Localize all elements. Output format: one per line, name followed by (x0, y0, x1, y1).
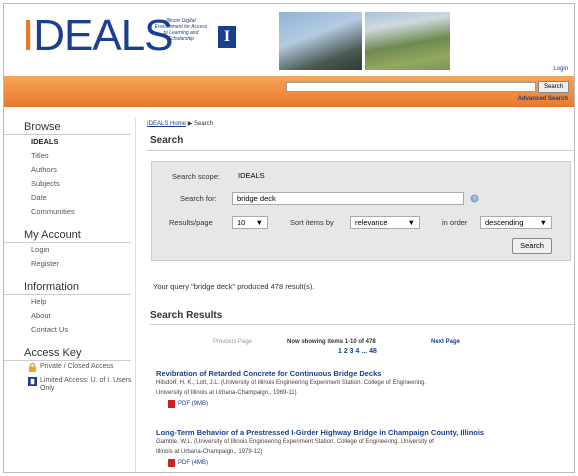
information-heading: Information (4, 277, 131, 295)
page-frame: IDEALS Illinois Digital Environment for … (3, 3, 575, 473)
pdf-label: PDF (4MB) (178, 460, 208, 466)
chevron-down-icon: ▼ (407, 218, 415, 227)
advanced-search-link[interactable]: Advanced Search (518, 96, 568, 102)
breadcrumb-home[interactable]: IDEALS Home (147, 121, 186, 127)
result-title[interactable]: Revibration of Retarded Concrete for Con… (156, 369, 571, 378)
previous-page-link: Previous Page (213, 339, 253, 345)
global-search-input[interactable] (286, 82, 536, 92)
sidebar-item-register[interactable]: Register (4, 257, 135, 271)
sidebar-item-help[interactable]: Help (4, 295, 135, 309)
chevron-down-icon: ▼ (255, 218, 263, 227)
search-form: Search scope: IDEALS Search for: bridge … (151, 161, 571, 261)
sidebar-item-subjects[interactable]: Subjects (4, 177, 135, 191)
ideals-logo[interactable]: IDEALS (22, 11, 174, 60)
help-icon[interactable]: ? (470, 194, 479, 203)
result-title[interactable]: Long-Term Behavior of a Prestressed I-Gi… (156, 428, 571, 437)
university-i-logo: I (218, 26, 236, 48)
pdf-link[interactable]: PDF (9MB) (168, 400, 571, 408)
pdf-link[interactable]: PDF (4MB) (168, 459, 571, 467)
result-meta-line: Hilsdorf, H. K.; Lott, J.L. (University … (156, 380, 427, 386)
scope-label: Search scope: (172, 172, 220, 181)
order-label: in order (442, 218, 468, 227)
lock-icon (28, 363, 37, 372)
order-value: descending (485, 218, 524, 227)
sidebar-item-ideals[interactable]: IDEALS (4, 135, 135, 149)
sort-select[interactable]: relevance ▼ (350, 216, 420, 229)
access-key-heading: Access Key (4, 343, 131, 361)
access-key-private-label: Private / Closed Access (40, 363, 114, 370)
access-key-limited: Limited Access: U. of I. Users Only (4, 375, 135, 393)
breadcrumb: IDEALS Home ▶ Search (147, 117, 574, 127)
search-results-heading: Search Results (150, 310, 574, 325)
results-per-page-label: Results/page (169, 218, 213, 227)
search-query-input[interactable]: bridge deck (232, 192, 464, 205)
pdf-icon (168, 400, 175, 408)
breadcrumb-separator: ▶ (187, 121, 193, 127)
main-content: IDEALS Home ▶ Search Search Search scope… (147, 117, 574, 467)
sidebar-item-titles[interactable]: Titles (4, 149, 135, 163)
pdf-icon (168, 459, 175, 467)
sidebar-item-date[interactable]: Date (4, 191, 135, 205)
sidebar: Browse IDEALS Titles Authors Subjects Da… (4, 117, 136, 472)
access-key-limited-label: Limited Access: U. of I. Users Only (40, 377, 132, 392)
pdf-label: PDF (9MB) (178, 401, 208, 407)
svg-text:?: ? (473, 196, 477, 203)
sort-value: relevance (355, 218, 388, 227)
login-link[interactable]: Login (553, 66, 568, 72)
result-item-1: Revibration of Retarded Concrete for Con… (156, 369, 571, 408)
sidebar-item-authors[interactable]: Authors (4, 163, 135, 177)
sort-label: Sort items by (290, 218, 334, 227)
result-meta-line: Illinois at Urbana-Champaign., 1979-12) (156, 449, 263, 455)
sidebar-item-communities[interactable]: Communities (4, 205, 135, 219)
university-i-icon (28, 377, 37, 386)
access-key-private: Private / Closed Access (4, 361, 135, 372)
tagline: Illinois Digital Environment for Access … (154, 18, 208, 42)
site-header: IDEALS Illinois Digital Environment for … (4, 4, 574, 84)
breadcrumb-current: Search (193, 121, 213, 127)
order-select[interactable]: descending ▼ (480, 216, 552, 229)
search-for-label: Search for: (180, 194, 217, 203)
result-meta-line: Gamble, W.L. (University of Illinois Eng… (156, 439, 434, 445)
scope-value[interactable]: IDEALS (234, 170, 574, 182)
statue-photo (279, 12, 362, 70)
logo-letter-i: I (22, 11, 34, 60)
page-title: Search (147, 127, 574, 151)
page-numbers[interactable]: 1 2 3 4 ... 48 (338, 348, 377, 355)
browse-heading: Browse (4, 117, 131, 135)
sidebar-item-about[interactable]: About (4, 309, 135, 323)
results-per-page-select[interactable]: 10 ▼ (232, 216, 268, 229)
campus-photo (365, 12, 450, 70)
showing-items-text: Now showing items 1-10 of 478 (287, 339, 376, 345)
rpp-value: 10 (237, 218, 246, 227)
result-item-2: Long-Term Behavior of a Prestressed I-Gi… (156, 428, 571, 467)
search-submit-button[interactable]: Search (512, 238, 552, 254)
chevron-down-icon: ▼ (539, 218, 547, 227)
my-account-heading: My Account (4, 225, 131, 243)
sidebar-item-login[interactable]: Login (4, 243, 135, 257)
global-search-button[interactable]: Search (538, 81, 569, 93)
next-page-link[interactable]: Next Page (431, 339, 460, 345)
sidebar-item-contact[interactable]: Contact Us (4, 323, 135, 337)
result-meta-line: University of Illinois at Urbana-Champai… (156, 390, 297, 396)
query-summary: Your query "bridge deck" produced 478 re… (153, 282, 315, 291)
